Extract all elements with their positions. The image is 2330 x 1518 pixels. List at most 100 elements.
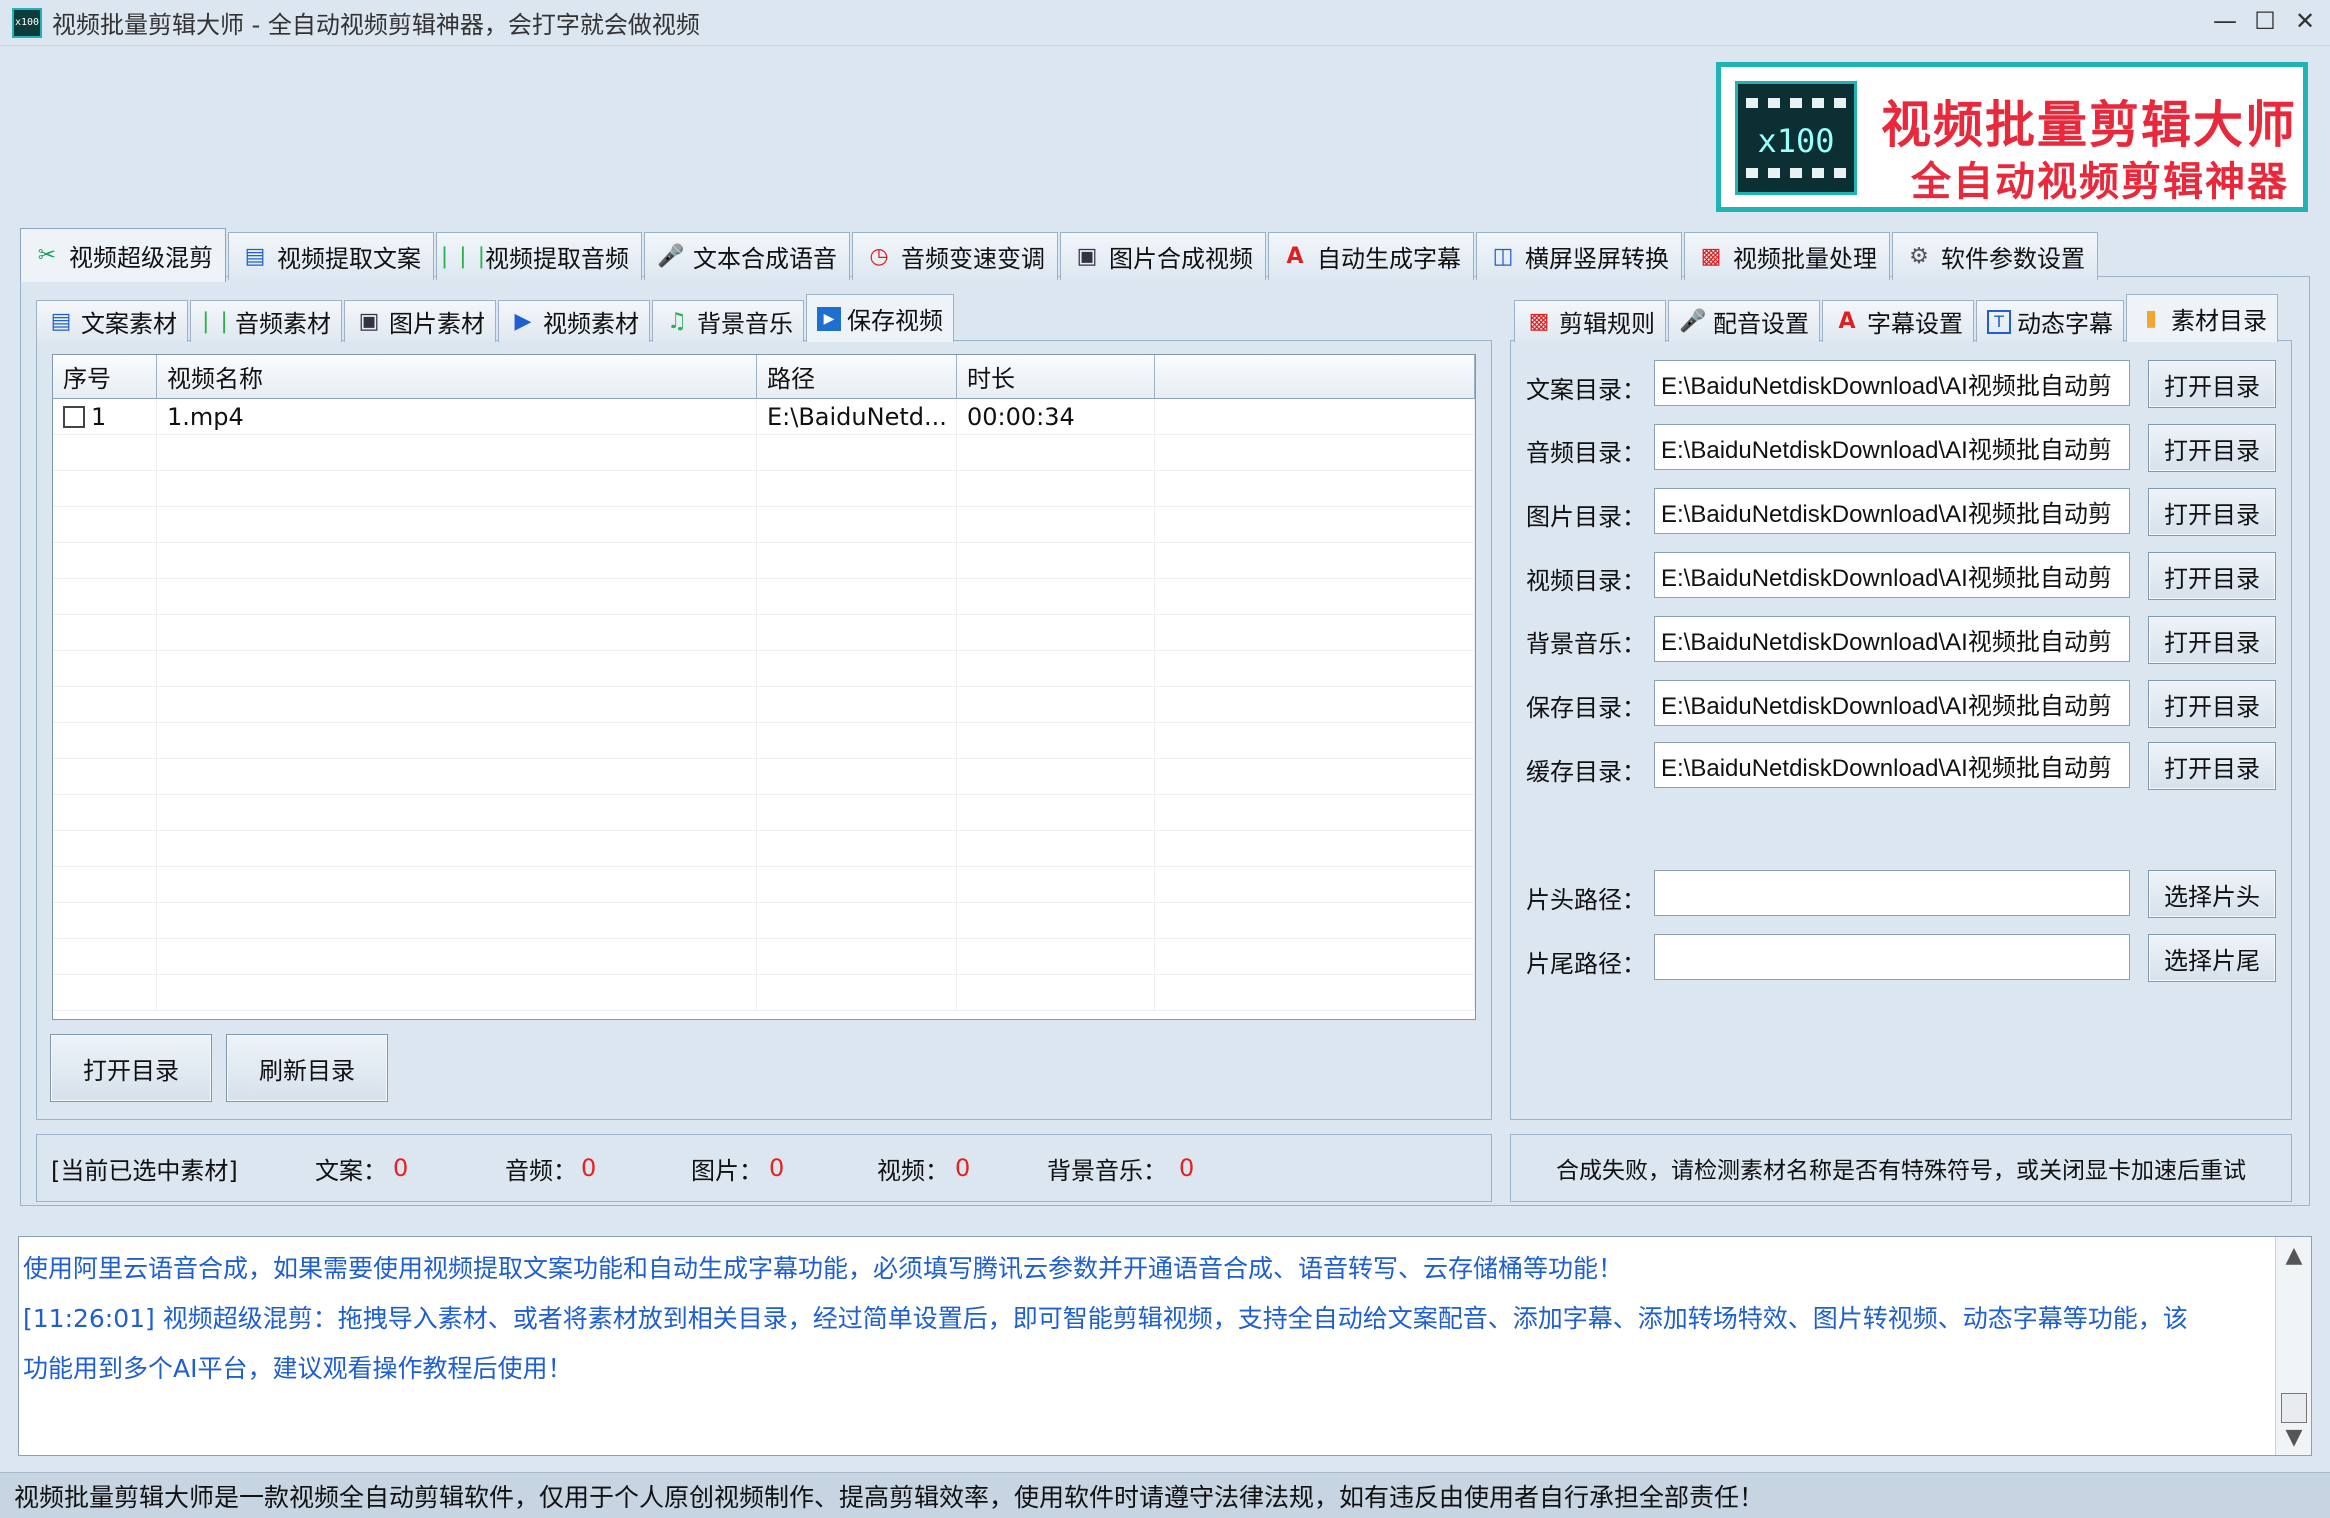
tab-label: 动态字幕 — [2017, 310, 2113, 338]
tab-material-directory[interactable]: ▮ 素材目录 — [2126, 294, 2278, 342]
tab-dynamic-subtitle[interactable]: T 动态字幕 — [1976, 300, 2124, 342]
row-checkbox[interactable] — [63, 405, 85, 428]
refresh-directory-button[interactable]: 刷新目录 — [226, 1034, 388, 1102]
font-icon: A — [1838, 308, 1856, 334]
empty-cell — [157, 975, 757, 1010]
open-directory-button[interactable]: 打开目录 — [50, 1034, 212, 1102]
tab-image-material[interactable]: ▣ 图片素材 — [344, 300, 496, 342]
tab-auto-subtitle[interactable]: A 自动生成字幕 — [1268, 232, 1474, 280]
open-copy-dir-button[interactable]: 打开目录 — [2148, 360, 2276, 408]
column-header-name[interactable]: 视频名称 — [157, 355, 757, 398]
video-dir-input[interactable]: E:\BaiduNetdiskDownload\AI视频批自动剪 — [1654, 552, 2130, 598]
tab-extract-copy[interactable]: ▤ 视频提取文案 — [228, 232, 434, 280]
minimize-icon[interactable]: — — [2208, 4, 2242, 38]
log-panel[interactable]: 使用阿里云语音合成，如果需要使用视频提取文案功能和自动生成字幕功能，必须填写腾讯… — [18, 1236, 2312, 1456]
tab-label: 视频批量处理 — [1733, 245, 1877, 273]
select-intro-button[interactable]: 选择片头 — [2148, 870, 2276, 918]
empty-cell — [757, 435, 957, 470]
open-save-dir-button[interactable]: 打开目录 — [2148, 680, 2276, 728]
empty-cell — [157, 795, 757, 830]
close-icon[interactable]: ✕ — [2288, 4, 2322, 38]
tab-extract-audio[interactable]: ❘❘❘ 视频提取音频 — [435, 232, 642, 280]
tab-label: 剪辑规则 — [1559, 310, 1655, 338]
open-audio-dir-button[interactable]: 打开目录 — [2148, 424, 2276, 472]
tab-label: 文案素材 — [81, 310, 177, 338]
column-header-empty — [1155, 355, 1475, 398]
save-dir-input[interactable]: E:\BaiduNetdiskDownload\AI视频批自动剪 — [1654, 680, 2130, 726]
empty-cell — [1155, 867, 1475, 902]
empty-cell — [53, 507, 157, 542]
tab-label: 音频变速变调 — [901, 245, 1045, 273]
empty-cell — [157, 651, 757, 686]
tab-video-mix[interactable]: ✂ 视频超级混剪 — [20, 228, 226, 282]
cache-dir-input[interactable]: E:\BaiduNetdiskDownload\AI视频批自动剪 — [1654, 742, 2130, 788]
row-index-cell: 1 — [53, 399, 157, 434]
open-cache-dir-button[interactable]: 打开目录 — [2148, 742, 2276, 790]
empty-cell — [53, 723, 157, 758]
tab-audio-material[interactable]: ❘❘ 音频素材 — [190, 300, 342, 342]
image-icon: ▣ — [1076, 243, 1098, 269]
maximize-icon[interactable]: ☐ — [2248, 4, 2282, 38]
open-video-dir-button[interactable]: 打开目录 — [2148, 552, 2276, 600]
tab-settings[interactable]: ⚙ 软件参数设置 — [1892, 232, 2098, 280]
tab-copy-material[interactable]: ▤ 文案素材 — [36, 300, 188, 342]
tab-save-video[interactable]: ▶ 保存视频 — [806, 294, 954, 342]
table-header: 序号 视频名称 路径 时长 — [53, 355, 1475, 399]
tab-text-to-speech[interactable]: 🎤 文本合成语音 — [644, 232, 850, 280]
scroll-up-icon[interactable]: ▲ — [2280, 1241, 2308, 1269]
empty-cell — [957, 939, 1155, 974]
tab-bgm-material[interactable]: ♫ 背景音乐 — [652, 300, 804, 342]
bgm-dir-label: 背景音乐： — [1526, 630, 1646, 658]
gear-icon: ⚙ — [1909, 243, 1929, 269]
tab-label: 自动生成字幕 — [1317, 245, 1461, 273]
tab-label: 视频提取音频 — [485, 245, 629, 273]
tab-label: 视频提取文案 — [277, 245, 421, 273]
tab-dubbing[interactable]: 🎤 配音设置 — [1668, 300, 1820, 342]
empty-cell — [957, 831, 1155, 866]
empty-cell — [1155, 795, 1475, 830]
tab-audio-speed[interactable]: ◷ 音频变速变调 — [852, 232, 1058, 280]
music-note-icon: ♫ — [667, 308, 687, 334]
bgm-dir-input[interactable]: E:\BaiduNetdiskDownload\AI视频批自动剪 — [1654, 616, 2130, 662]
image-dir-label: 图片目录： — [1526, 503, 1646, 531]
play-icon: ▶ — [514, 308, 532, 334]
select-outro-button[interactable]: 选择片尾 — [2148, 934, 2276, 982]
empty-cell — [757, 831, 957, 866]
speedometer-icon: ◷ — [869, 243, 889, 269]
play-box-icon: ▶ — [817, 306, 841, 331]
log-scrollbar[interactable]: ▲ ▼ — [2275, 1237, 2311, 1455]
empty-cell — [53, 867, 157, 902]
tab-screen-rotate[interactable]: ◫ 横屏竖屏转换 — [1476, 232, 1682, 280]
scroll-down-icon[interactable]: ▼ — [2280, 1423, 2308, 1451]
selected-title: [当前已选中素材] — [51, 1156, 238, 1185]
open-bgm-dir-button[interactable]: 打开目录 — [2148, 616, 2276, 664]
row-empty — [1155, 399, 1475, 434]
tab-edit-rules[interactable]: ▩ 剪辑规则 — [1514, 300, 1666, 342]
tab-image-to-video[interactable]: ▣ 图片合成视频 — [1060, 232, 1266, 280]
table-row[interactable]: 1 1.mp4 E:\BaiduNetd... 00:00:34 — [53, 399, 1475, 435]
tab-batch-process[interactable]: ▩ 视频批量处理 — [1684, 232, 1890, 280]
tab-subtitle-settings[interactable]: A 字幕设置 — [1822, 300, 1974, 342]
column-header-index[interactable]: 序号 — [53, 355, 157, 398]
row-name: 1.mp4 — [157, 399, 757, 434]
image-count: 0 — [769, 1154, 785, 1182]
log-line: 功能用到多个AI平台，建议观看操作教程后使用！ — [23, 1354, 573, 1383]
empty-cell — [1155, 579, 1475, 614]
empty-table-row — [53, 831, 1475, 867]
empty-cell — [53, 651, 157, 686]
open-image-dir-button[interactable]: 打开目录 — [2148, 488, 2276, 536]
empty-cell — [1155, 759, 1475, 794]
intro-path-input[interactable] — [1654, 870, 2130, 916]
scroll-thumb[interactable] — [2281, 1393, 2307, 1423]
image-dir-input[interactable]: E:\BaiduNetdiskDownload\AI视频批自动剪 — [1654, 488, 2130, 534]
font-icon: A — [1286, 243, 1304, 269]
column-header-path[interactable]: 路径 — [757, 355, 957, 398]
copy-dir-input[interactable]: E:\BaiduNetdiskDownload\AI视频批自动剪 — [1654, 360, 2130, 406]
column-header-duration[interactable]: 时长 — [957, 355, 1155, 398]
tab-video-material[interactable]: ▶ 视频素材 — [498, 300, 650, 342]
empty-cell — [757, 687, 957, 722]
outro-path-input[interactable] — [1654, 934, 2130, 980]
audio-dir-input[interactable]: E:\BaiduNetdiskDownload\AI视频批自动剪 — [1654, 424, 2130, 470]
empty-rows — [53, 435, 1475, 1011]
empty-cell — [157, 831, 757, 866]
